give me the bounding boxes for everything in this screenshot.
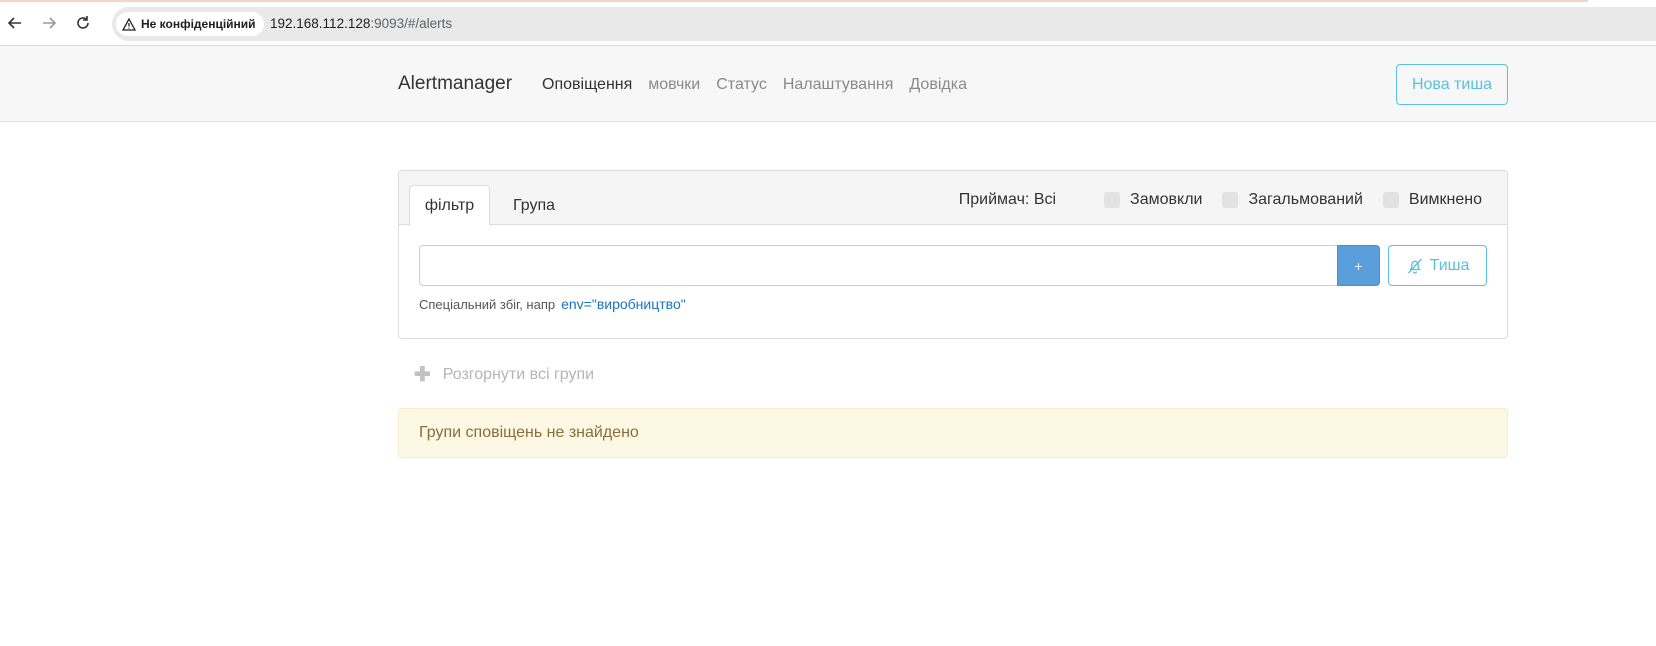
nav-link-alerts[interactable]: Оповіщення — [542, 76, 632, 94]
checkbox-silenced-label: Замовкли — [1130, 191, 1203, 208]
loading-bar — [0, 0, 1588, 2]
tab-group[interactable]: Група — [499, 185, 569, 226]
checkbox-inhibited-box[interactable] — [1222, 192, 1239, 208]
silence-button-label: Тиша — [1429, 256, 1470, 274]
checkbox-inhibited-label: Загальмований — [1248, 191, 1363, 208]
tab-filter[interactable]: фільтр — [409, 185, 490, 226]
expand-all-groups[interactable]: ✚ Розгорнути всі групи — [414, 362, 594, 387]
nav-links: Оповіщення мовчки Статус Налаштування До… — [542, 76, 967, 94]
filter-input[interactable] — [419, 245, 1337, 286]
add-filter-button[interactable]: + — [1337, 245, 1380, 286]
hint-text: Спеціальний збіг, напр — [419, 297, 556, 312]
bell-slash-icon — [1407, 258, 1422, 274]
app-navbar: Alertmanager Оповіщення мовчки Статус На… — [0, 46, 1656, 122]
silence-button[interactable]: Тиша — [1388, 245, 1487, 286]
checkbox-muted-label: Вимкнено — [1408, 191, 1482, 208]
checkbox-inhibited[interactable]: Загальмований — [1222, 191, 1363, 209]
security-label: Не конфіденційний — [141, 17, 256, 31]
nav-link-settings[interactable]: Налаштування — [783, 76, 894, 94]
forward-button[interactable] — [38, 12, 60, 34]
filter-card-header: фільтр Група Приймач: Всі Замовкли Загал… — [399, 171, 1507, 226]
expand-all-label: Розгорнути всі групи — [442, 365, 595, 383]
filter-hint: Спеціальний збіг, напр env="виробництво" — [419, 296, 686, 312]
nav-link-silences[interactable]: мовчки — [648, 76, 700, 94]
security-chip[interactable]: Не конфіденційний — [116, 12, 264, 36]
nav-link-status[interactable]: Статус — [716, 76, 767, 94]
checkbox-muted-box[interactable] — [1382, 192, 1399, 208]
arrow-left-icon — [7, 17, 21, 29]
address-bar[interactable]: Не конфіденційний 192.168.112.128:9093/#… — [112, 7, 1656, 41]
back-button[interactable] — [4, 12, 26, 34]
receiver-selector[interactable]: Приймач: Всі — [959, 191, 1056, 209]
checkbox-muted[interactable]: Вимкнено — [1382, 191, 1482, 209]
checkbox-silenced[interactable]: Замовкли — [1104, 191, 1202, 209]
brand-title[interactable]: Alertmanager — [398, 73, 512, 95]
url-host: 192.168.112.128 — [270, 16, 371, 31]
plus-icon: ✚ — [414, 364, 431, 386]
filter-card: фільтр Група Приймач: Всі Замовкли Загал… — [398, 170, 1508, 339]
reload-button[interactable] — [72, 12, 94, 34]
hint-example[interactable]: env="виробництво" — [561, 296, 686, 312]
new-silence-button[interactable]: Нова тиша — [1396, 64, 1508, 105]
nav-link-help[interactable]: Довідка — [909, 76, 967, 94]
url-text: 192.168.112.128:9093/#/alerts — [270, 16, 452, 31]
arrow-right-icon — [43, 17, 57, 29]
warning-icon — [122, 17, 136, 31]
no-groups-alert: Групи сповіщень не знайдено — [398, 408, 1508, 458]
url-path: :9093/#/alerts — [370, 16, 453, 31]
filter-options: Приймач: Всі Замовкли Загальмований Вимк… — [959, 191, 1482, 209]
reload-icon — [77, 16, 89, 29]
checkbox-silenced-box[interactable] — [1104, 192, 1121, 208]
alert-message: Групи сповіщень не знайдено — [419, 424, 639, 441]
browser-toolbar: Не конфіденційний 192.168.112.128:9093/#… — [0, 0, 1656, 46]
